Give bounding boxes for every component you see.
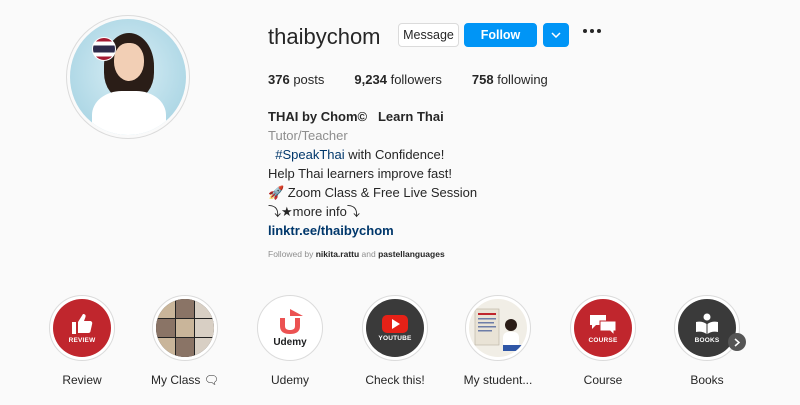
- thai-flag-icon: [92, 37, 116, 61]
- followers-count: 9,234: [354, 72, 387, 87]
- bio-line-1: #SpeakThai with Confidence!: [268, 145, 477, 164]
- course-badge: COURSE: [588, 336, 618, 344]
- highlight-ring: [152, 295, 218, 361]
- highlight-check-this[interactable]: YOUTUBE Check this!: [345, 295, 445, 387]
- following-label: following: [497, 72, 548, 87]
- profile-category: Tutor/Teacher: [268, 128, 348, 143]
- chevron-down-icon: [551, 32, 561, 38]
- posts-stat: 376 posts: [268, 72, 324, 87]
- youtube-icon: YOUTUBE: [366, 299, 424, 357]
- profile-photo: [70, 19, 186, 135]
- highlights-next-button[interactable]: [728, 333, 746, 351]
- udemy-badge: Udemy: [273, 336, 307, 348]
- highlight-ring: BOOKS: [674, 295, 740, 361]
- udemy-logo-icon: Udemy: [261, 299, 319, 357]
- chat-bubbles-icon: COURSE: [574, 299, 632, 357]
- bio-line-1-suffix: with Confidence!: [344, 147, 445, 162]
- suggested-accounts-dropdown-button[interactable]: [543, 23, 569, 47]
- followed-by-user-link[interactable]: pastellanguages: [378, 249, 445, 259]
- highlight-my-class[interactable]: My Class 🗨: [135, 295, 235, 387]
- bio-line-2: Help Thai learners improve fast!: [268, 166, 453, 181]
- thumbs-up-icon: REVIEW: [53, 299, 111, 357]
- followers-label: followers: [390, 72, 442, 87]
- profile-username: thaibychom: [268, 24, 381, 49]
- highlight-label: Books: [690, 373, 724, 387]
- highlight-label: Course: [583, 373, 623, 387]
- profile-full-name: THAI by Chom© Learn Thai: [268, 109, 444, 124]
- highlight-label: My student...: [463, 373, 533, 387]
- bio-line-4: ⤵★more info⤵: [268, 204, 360, 219]
- speakthai-hashtag-link[interactable]: #SpeakThai: [275, 147, 344, 162]
- highlight-course[interactable]: COURSE Course: [553, 295, 653, 387]
- follow-button[interactable]: Follow: [464, 23, 537, 47]
- highlight-label: Udemy: [270, 373, 309, 387]
- class-photo-grid: [156, 299, 214, 357]
- story-highlights: REVIEW Review My Class 🗨 Udemy Udemy YOU…: [0, 295, 800, 405]
- highlight-ring: YOUTUBE: [362, 295, 428, 361]
- highlight-ring: [465, 295, 531, 361]
- profile-website-link[interactable]: linktr.ee/thaibychom: [268, 221, 477, 240]
- followed-by-and: and: [359, 249, 379, 259]
- highlight-my-student[interactable]: My student...: [448, 295, 548, 387]
- profile-bio: THAI by Chom© Learn Thai Tutor/Teacher #…: [268, 107, 477, 240]
- student-photo: [469, 299, 527, 357]
- highlight-udemy[interactable]: Udemy Udemy: [240, 295, 340, 387]
- chevron-right-icon: [734, 337, 740, 347]
- following-count: 758: [471, 72, 494, 87]
- message-button[interactable]: Message: [398, 23, 459, 47]
- followers-stat[interactable]: 9,234 followers: [354, 72, 441, 87]
- book-reader-icon: BOOKS: [678, 299, 736, 357]
- followed-by-text: Followed by nikita.rattu and pastellangu…: [268, 249, 445, 259]
- following-stat[interactable]: 758 following: [472, 72, 548, 87]
- highlight-ring: Udemy: [257, 295, 323, 361]
- highlight-review[interactable]: REVIEW Review: [32, 295, 132, 387]
- posts-count: 376: [268, 72, 290, 87]
- profile-avatar[interactable]: [66, 15, 190, 139]
- youtube-badge: YOUTUBE: [378, 334, 412, 342]
- followed-by-prefix: Followed by: [268, 249, 316, 259]
- highlight-label: Check this!: [365, 373, 425, 387]
- profile-stats: 376 posts 9,234 followers 758 following: [268, 72, 578, 87]
- books-badge: BOOKS: [694, 336, 720, 344]
- ellipsis-icon[interactable]: [583, 29, 601, 33]
- posts-label: posts: [293, 72, 325, 87]
- highlight-label: Review: [62, 373, 102, 387]
- highlight-ring: COURSE: [570, 295, 636, 361]
- highlight-review-badge: REVIEW: [68, 336, 96, 344]
- bio-line-3: 🚀 Zoom Class & Free Live Session: [268, 185, 478, 200]
- highlight-ring: REVIEW: [49, 295, 115, 361]
- highlight-label: My Class 🗨: [151, 373, 219, 387]
- followed-by-user-link[interactable]: nikita.rattu: [316, 249, 359, 259]
